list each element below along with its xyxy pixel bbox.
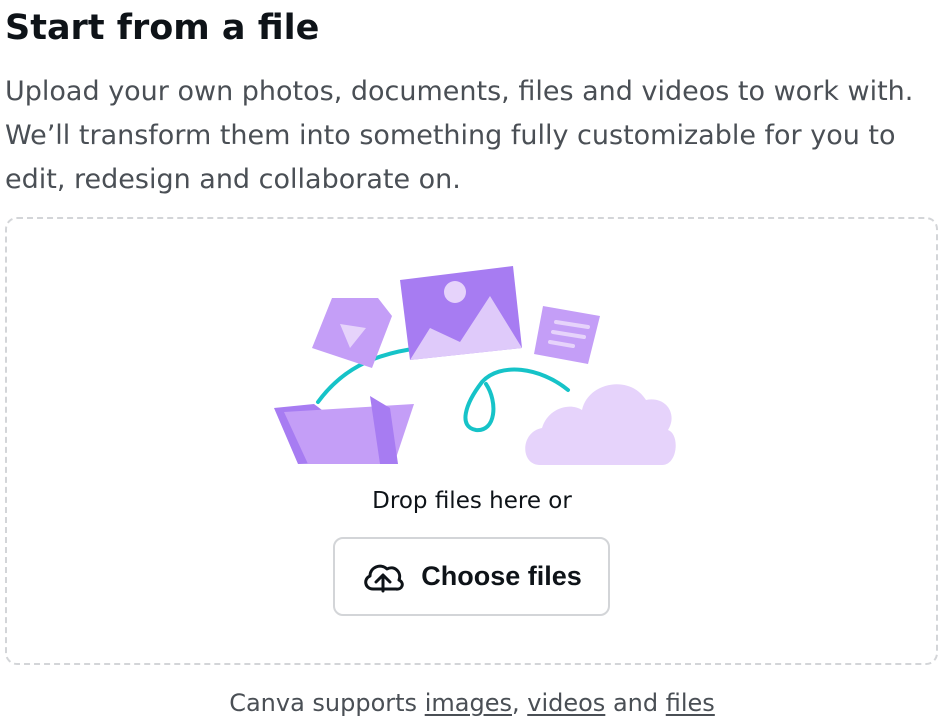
videos-link[interactable]: videos: [527, 689, 605, 717]
image-file-icon: [400, 266, 522, 360]
page-title: Start from a file: [5, 8, 320, 48]
supported-formats-prefix: Canva supports: [229, 689, 418, 717]
choose-files-button[interactable]: Choose files: [333, 537, 610, 616]
folder-icon: [274, 396, 414, 464]
drop-files-prompt: Drop files here or: [372, 488, 572, 514]
images-link[interactable]: images: [425, 689, 512, 717]
cloud-icon: [525, 384, 676, 465]
upload-illustration: [274, 266, 676, 465]
document-file-icon: [534, 306, 600, 364]
footer-conjunction: and: [612, 689, 659, 717]
files-link[interactable]: files: [666, 689, 715, 717]
supported-formats-note: Canva supports images, videos and files: [0, 687, 944, 719]
cloud-upload-icon: [361, 559, 405, 595]
choose-files-label: Choose files: [421, 561, 582, 591]
footer-separator: ,: [511, 689, 520, 717]
page-description: Upload your own photos, documents, files…: [5, 76, 914, 195]
